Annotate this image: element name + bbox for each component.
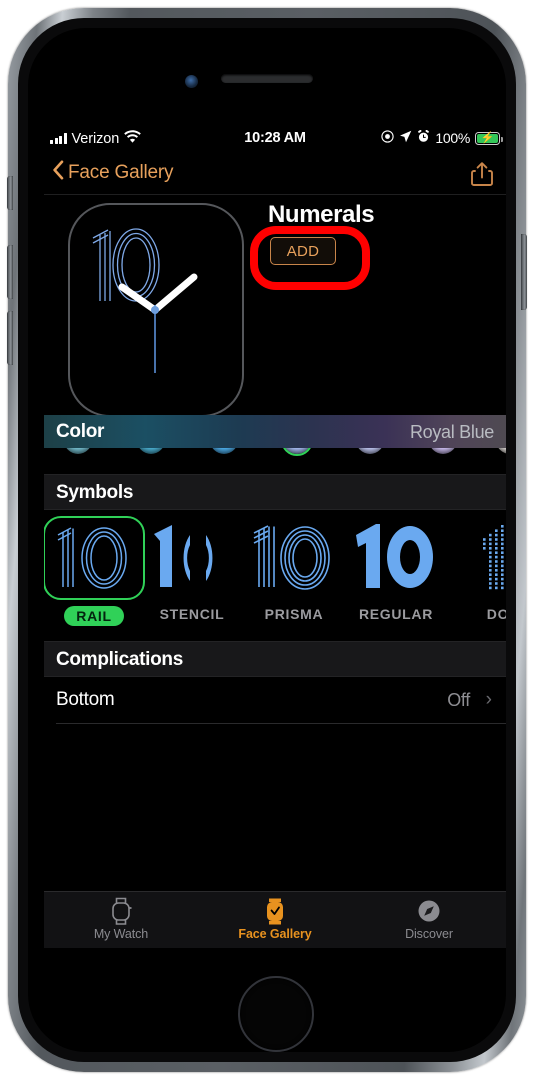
navigation-bar: Face Gallery: [44, 154, 506, 195]
back-button-label: Face Gallery: [68, 162, 174, 183]
color-swatch[interactable]: [64, 448, 92, 454]
home-button[interactable]: [238, 976, 314, 1052]
color-swatch[interactable]: [137, 448, 165, 454]
alarm-clock-icon: [417, 129, 430, 146]
symbol-option-label: DO: [486, 606, 506, 622]
color-swatch-selected-ring: [281, 448, 313, 456]
color-swatch-strip[interactable]: [44, 448, 506, 474]
color-swatch[interactable]: [356, 448, 384, 454]
phone-screen: Verizon 10:28 AM 100% ⚡ Face Gallery Num…: [44, 126, 506, 948]
color-section-label: Color: [56, 421, 105, 442]
iphone-device-frame: Verizon 10:28 AM 100% ⚡ Face Gallery Num…: [7, 8, 527, 1072]
symbol-option-label: STENCIL: [159, 606, 225, 622]
symbol-option-regular[interactable]: REGULAR: [345, 516, 447, 622]
symbol-option-label: PRISMA: [264, 606, 324, 622]
back-button[interactable]: Face Gallery: [52, 160, 174, 186]
volume-down-button[interactable]: [7, 311, 13, 365]
complication-row-bottom[interactable]: Bottom Off ›: [44, 677, 506, 723]
symbol-glyph: [44, 516, 145, 600]
symbol-option-do[interactable]: DO: [447, 516, 506, 622]
symbol-option-prisma[interactable]: PRISMA: [243, 516, 345, 622]
status-bar: Verizon 10:28 AM 100% ⚡: [44, 126, 506, 154]
face-preview-area: Numerals ADD: [44, 195, 506, 417]
watch-outline-icon: [44, 897, 198, 925]
share-button[interactable]: [470, 161, 494, 187]
add-button[interactable]: ADD: [270, 237, 336, 265]
tab-my-watch[interactable]: My Watch: [44, 897, 198, 941]
watch-filled-icon: [198, 897, 352, 925]
location-arrow-icon: [399, 130, 412, 146]
symbols-option-row[interactable]: RAIL STENCIL PRISMA REGULAR DO: [44, 510, 506, 641]
tab-discover[interactable]: Discover: [352, 897, 506, 941]
complication-row-label: Bottom: [56, 689, 115, 710]
color-selected-value: Royal Blue: [409, 422, 494, 442]
symbol-glyph: [243, 516, 345, 600]
watch-face-render: [92, 228, 198, 373]
tab-label: My Watch: [93, 927, 149, 941]
row-separator: [56, 722, 506, 723]
color-swatch[interactable]: [496, 448, 506, 454]
tab-bar: My Watch Face Gallery Discover: [44, 891, 506, 948]
chevron-left-icon: [52, 160, 64, 186]
symbols-section-header: Symbols: [44, 474, 506, 510]
watch-face-preview[interactable]: [68, 203, 244, 417]
color-section-header[interactable]: Color Royal Blue: [44, 415, 506, 448]
chevron-right-icon: ›: [485, 689, 492, 710]
face-title: Numerals: [268, 201, 375, 228]
color-swatch[interactable]: [429, 448, 457, 454]
complication-row-value: Off: [447, 690, 470, 710]
earpiece-speaker: [221, 74, 313, 83]
complications-section-label: Complications: [56, 649, 184, 670]
symbol-option-rail[interactable]: RAIL: [44, 516, 145, 626]
symbol-glyph: [447, 516, 506, 600]
battery-percent-label: 100%: [435, 130, 470, 146]
battery-icon: ⚡: [475, 131, 503, 145]
mute-switch[interactable]: [7, 176, 13, 210]
do-not-disturb-icon: [381, 130, 395, 146]
share-icon: [471, 162, 493, 186]
charging-bolt-icon: ⚡: [480, 131, 495, 144]
symbol-option-label: RAIL: [64, 606, 124, 626]
symbol-glyph: [141, 516, 243, 600]
color-swatch[interactable]: [210, 448, 238, 454]
front-camera: [185, 75, 198, 88]
tab-label: Face Gallery: [238, 927, 312, 941]
complications-section-header: Complications: [44, 641, 506, 677]
tab-face-gallery[interactable]: Face Gallery: [198, 897, 352, 941]
tab-label: Discover: [405, 927, 453, 941]
symbol-option-label: REGULAR: [358, 606, 434, 622]
symbol-glyph: [345, 516, 447, 600]
compass-icon: [352, 897, 506, 925]
add-button-wrapper: ADD: [250, 226, 370, 290]
status-bar-right: 100% ⚡: [381, 129, 503, 146]
symbols-section-label: Symbols: [56, 482, 134, 503]
symbol-option-stencil[interactable]: STENCIL: [141, 516, 243, 622]
volume-up-button[interactable]: [7, 245, 13, 299]
power-button[interactable]: [521, 234, 527, 310]
